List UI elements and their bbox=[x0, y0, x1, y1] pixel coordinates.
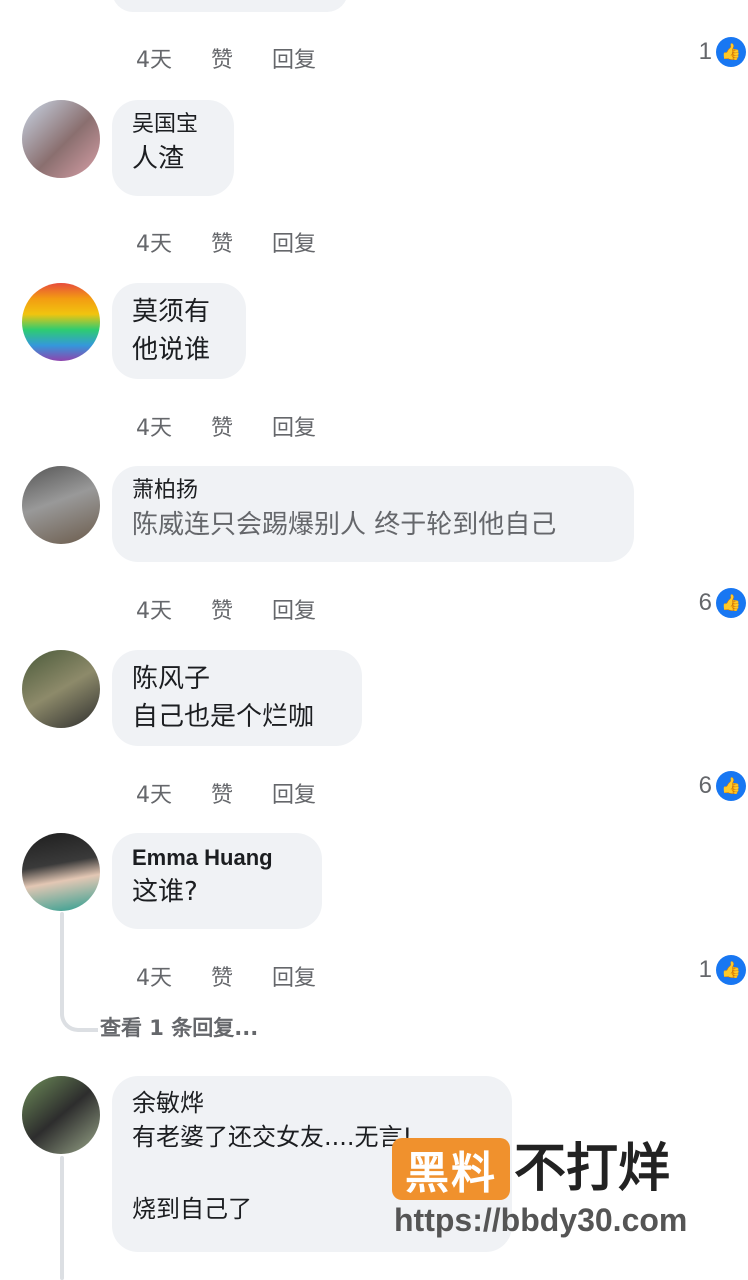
comment-time: 4天 bbox=[136, 966, 172, 991]
thumbs-up-icon: 👍 bbox=[716, 37, 746, 67]
view-replies-link[interactable]: 查看 1 条回复... bbox=[100, 1012, 258, 1042]
reaction-count[interactable]: 1 👍 bbox=[699, 955, 746, 985]
reply-thread-line bbox=[60, 912, 64, 992]
comment-time: 4天 bbox=[136, 783, 172, 808]
watermark: 黑料 不打烊 https://bbdy30.com bbox=[392, 1138, 732, 1248]
comment-time: 4天 bbox=[136, 599, 172, 624]
like-button[interactable]: 赞 bbox=[211, 42, 233, 74]
reply-thread-curve bbox=[60, 990, 98, 1032]
reply-button[interactable]: 回复 bbox=[272, 593, 316, 625]
reaction-count[interactable]: 6 👍 bbox=[699, 588, 746, 618]
comment-actions: 4天 赞 回复 bbox=[136, 410, 348, 442]
comment-actions: 4天 赞 回复 bbox=[136, 226, 348, 258]
reply-button[interactable]: 回复 bbox=[272, 226, 316, 258]
avatar[interactable] bbox=[22, 833, 100, 911]
comment-bubble: Emma Huang 这谁? bbox=[112, 833, 322, 929]
avatar[interactable] bbox=[22, 650, 100, 728]
comment-bubble: 萧柏扬 陈威连只会踢爆别人 终于轮到他自己 bbox=[112, 466, 634, 562]
watermark-text: 不打烊 bbox=[514, 1139, 671, 1199]
like-button[interactable]: 赞 bbox=[211, 410, 233, 442]
commenter-name[interactable]: Emma Huang bbox=[132, 843, 302, 873]
commenter-name[interactable]: 莫须有 bbox=[132, 293, 226, 331]
comment-text: 他说谁 bbox=[132, 335, 211, 365]
thumbs-up-icon: 👍 bbox=[716, 771, 746, 801]
reply-button[interactable]: 回复 bbox=[272, 777, 316, 809]
reply-button[interactable]: 回复 bbox=[272, 960, 316, 992]
commenter-name[interactable]: 陈风子 bbox=[132, 660, 342, 698]
like-button[interactable]: 赞 bbox=[211, 960, 233, 992]
comment-bubble: 陈风子 自己也是个烂咖 bbox=[112, 650, 362, 746]
commenter-name[interactable]: 余敏烨 bbox=[132, 1086, 492, 1120]
like-button[interactable]: 赞 bbox=[211, 226, 233, 258]
previous-comment-bubble bbox=[112, 0, 348, 12]
reply-button[interactable]: 回复 bbox=[272, 410, 316, 442]
comment-text: 人渣 bbox=[132, 144, 185, 174]
comment-actions: 4天 赞 回复 bbox=[136, 777, 348, 809]
avatar[interactable] bbox=[22, 1076, 100, 1154]
comment-text: 这谁? bbox=[132, 877, 198, 907]
comment-text: 自己也是个烂咖 bbox=[132, 702, 315, 732]
reply-button[interactable]: 回复 bbox=[272, 42, 316, 74]
commenter-name[interactable]: 萧柏扬 bbox=[132, 476, 614, 506]
like-button[interactable]: 赞 bbox=[211, 593, 233, 625]
reaction-count[interactable]: 6 👍 bbox=[699, 771, 746, 801]
like-button[interactable]: 赞 bbox=[211, 777, 233, 809]
comment-time: 4天 bbox=[136, 416, 172, 441]
thumbs-up-icon: 👍 bbox=[716, 955, 746, 985]
avatar[interactable] bbox=[22, 100, 100, 178]
comment-actions: 4天 赞 回复 bbox=[136, 42, 348, 74]
commenter-name[interactable]: 吴国宝 bbox=[132, 110, 214, 140]
reaction-count[interactable]: 1 👍 bbox=[699, 37, 746, 67]
comment-text: 陈威连只会踢爆别人 终于轮到他自己 bbox=[132, 510, 557, 540]
reply-thread-line bbox=[60, 1156, 64, 1280]
watermark-url: https://bbdy30.com bbox=[394, 1202, 688, 1238]
watermark-badge: 黑料 bbox=[392, 1138, 510, 1200]
comment-actions: 4天 赞 回复 bbox=[136, 593, 348, 625]
avatar[interactable] bbox=[22, 466, 100, 544]
comment-actions: 4天 赞 回复 bbox=[136, 960, 348, 992]
comment-bubble: 莫须有 他说谁 bbox=[112, 283, 246, 379]
thumbs-up-icon: 👍 bbox=[716, 588, 746, 618]
comment-time: 4天 bbox=[136, 48, 172, 73]
avatar[interactable] bbox=[22, 283, 100, 361]
comment-time: 4天 bbox=[136, 232, 172, 257]
comment-bubble: 吴国宝 人渣 bbox=[112, 100, 234, 196]
